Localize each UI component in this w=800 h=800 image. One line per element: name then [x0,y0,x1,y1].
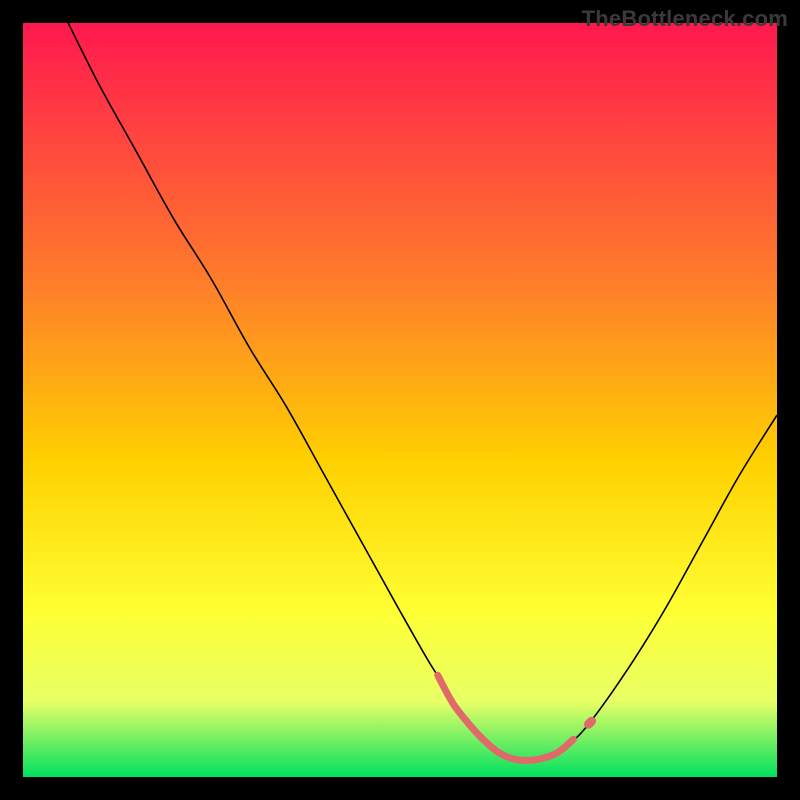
plot-svg [23,23,777,777]
sweet-spot-dot [589,721,592,724]
heatmap-background [23,23,777,777]
watermark-text: TheBottleneck.com [582,6,788,32]
chart-frame: TheBottleneck.com [0,0,800,800]
plot-area [23,23,777,777]
